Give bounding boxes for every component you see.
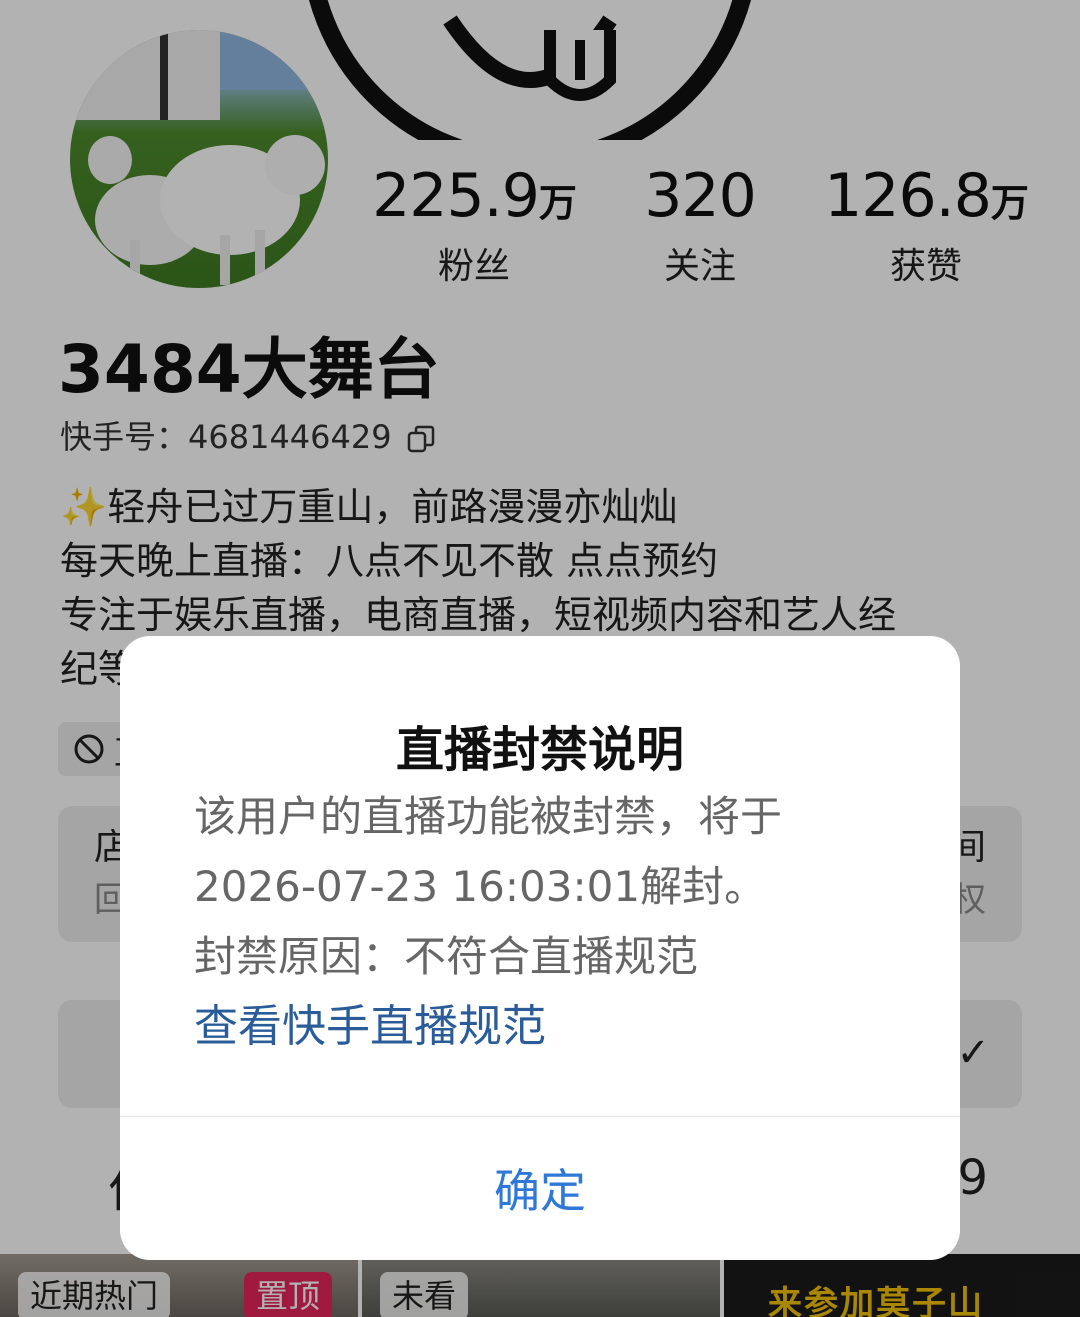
live-rules-link[interactable]: 查看快手直播规范 (194, 992, 894, 1062)
live-ban-dialog: 直播封禁说明 该用户的直播功能被封禁，将于 2026-07-23 16:03:0… (120, 636, 960, 1260)
dialog-line-2: 2026-07-23 16:03:01解封。 (194, 862, 767, 911)
dialog-reason: 封禁原因：不符合直播规范 (194, 932, 699, 981)
dialog-title: 直播封禁说明 (395, 722, 684, 778)
dialog-line-1: 该用户的直播功能被封禁，将于 (194, 792, 783, 841)
dialog-body: 该用户的直播功能被封禁，将于 2026-07-23 16:03:01解封。 封禁… (194, 782, 894, 1062)
confirm-button[interactable]: 确定 (120, 1116, 960, 1260)
